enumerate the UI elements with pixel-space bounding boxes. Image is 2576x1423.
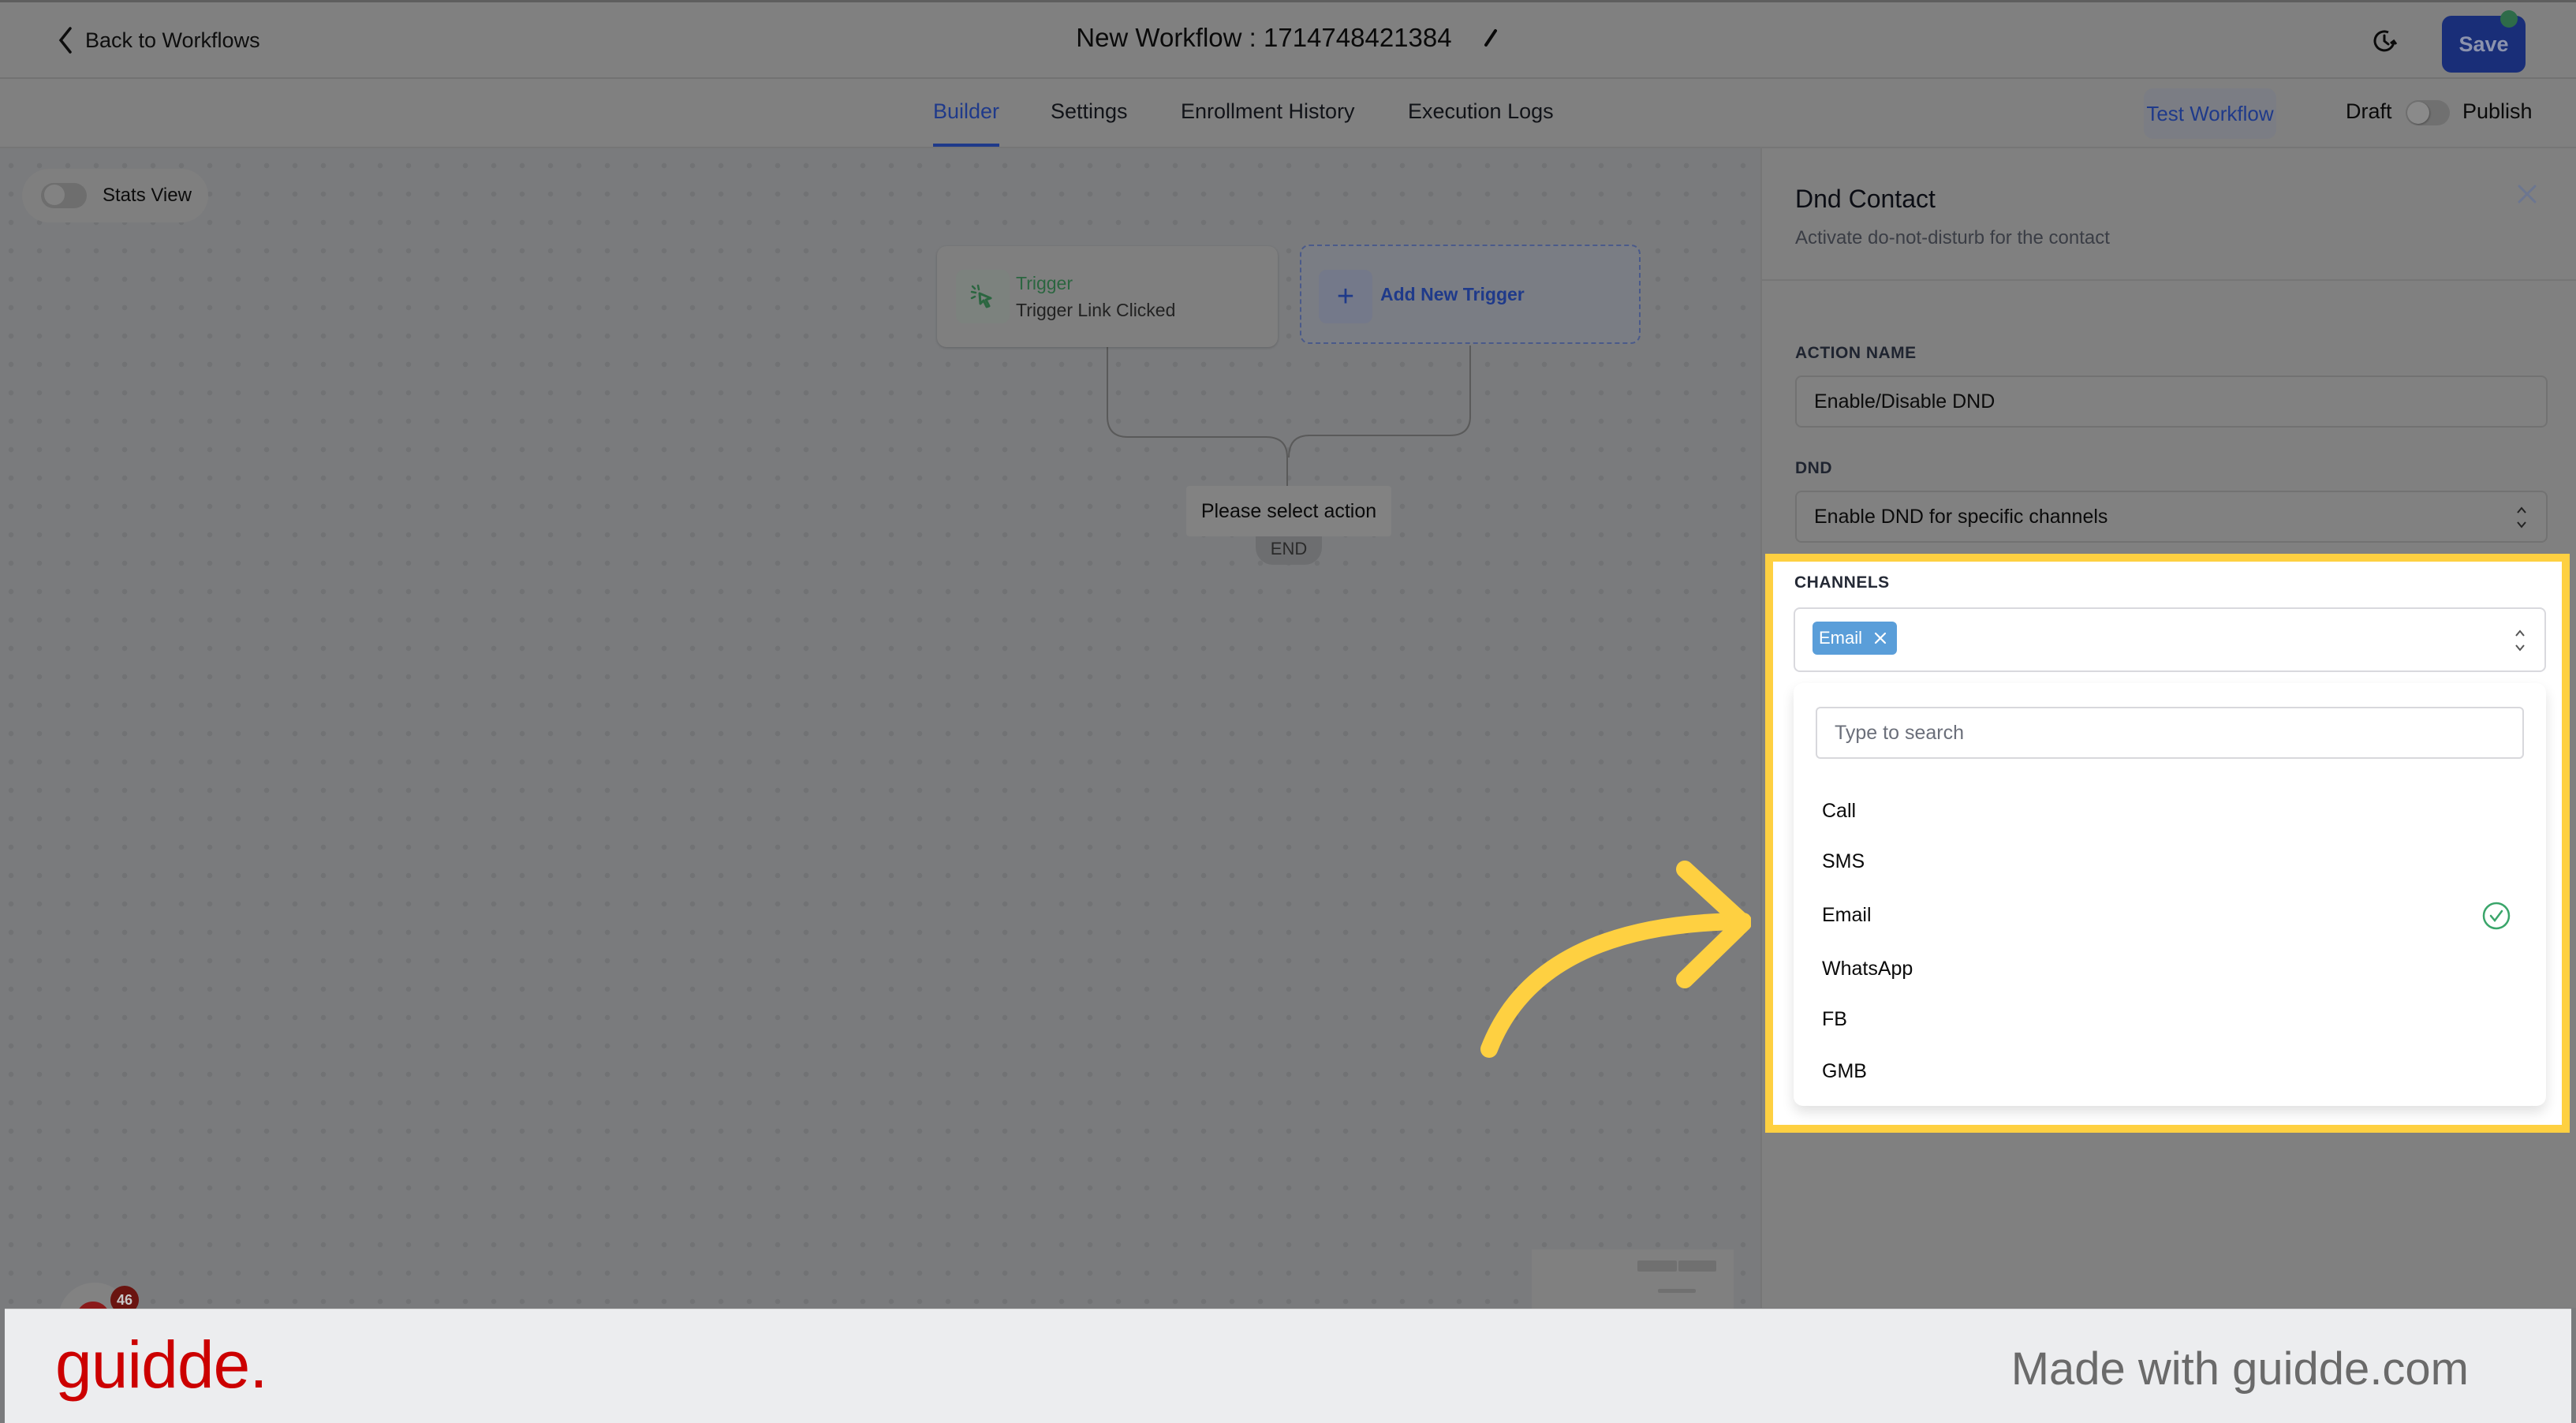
trigger-name: Trigger Link Clicked [1016, 300, 1176, 320]
option-gmb[interactable]: GMB [1822, 1060, 1867, 1083]
tab-enrollment-history[interactable]: Enrollment History [1181, 99, 1355, 124]
divider [1762, 279, 2576, 281]
tab-settings[interactable]: Settings [1051, 99, 1128, 124]
stats-switch[interactable] [41, 183, 87, 208]
publish-toggle[interactable] [2406, 100, 2450, 125]
channels-multiselect[interactable]: Email [1794, 607, 2546, 672]
dnd-select-value: Enable DND for specific channels [1814, 505, 2108, 528]
dnd-label: DND [1795, 459, 1832, 477]
panel-title: Dnd Contact [1795, 185, 1936, 213]
workflow-canvas[interactable]: Stats View Trigger Trigger Link Clicked … [0, 148, 1760, 1313]
channels-dropdown: Call SMS Email WhatsApp FB GMB [1794, 683, 2546, 1106]
minimap-block [1658, 1289, 1696, 1293]
top-header: Back to Workflows New Workflow : 1714748… [0, 0, 2576, 79]
tab-builder[interactable]: Builder [933, 99, 1000, 147]
action-name-input[interactable]: Enable/Disable DND [1795, 375, 2548, 428]
add-new-trigger-label: Add New Trigger [1380, 284, 1525, 304]
trigger-type-label: Trigger [1016, 273, 1073, 293]
history-icon[interactable] [2371, 28, 2398, 54]
option-sms[interactable]: SMS [1822, 850, 1865, 873]
tab-bar: Builder Settings Enrollment History Exec… [0, 79, 2576, 148]
option-fb[interactable]: FB [1822, 1008, 1847, 1031]
cursor-click-icon [956, 270, 1010, 323]
minimap-block [1637, 1261, 1677, 1272]
select-action-tooltip: Please select action [1186, 486, 1391, 536]
stats-view-label: Stats View [103, 185, 192, 206]
option-email[interactable]: Email [1822, 904, 1872, 927]
guidde-logo: guidde. [55, 1328, 268, 1402]
option-whatsapp[interactable]: WhatsApp [1822, 958, 1913, 980]
guidde-footer: guidde. Made with guidde.com [5, 1309, 2571, 1423]
option-call[interactable]: Call [1822, 800, 1856, 823]
check-circle-icon [2482, 902, 2511, 930]
stats-view-toggle[interactable]: Stats View [22, 169, 208, 222]
test-workflow-button[interactable]: Test Workflow [2144, 88, 2276, 139]
tab-execution-logs[interactable]: Execution Logs [1408, 99, 1554, 124]
plus-icon: + [1319, 270, 1372, 323]
channels-label: CHANNELS [1794, 573, 1890, 592]
unsaved-indicator-dot [2500, 10, 2518, 28]
toggle-knob [2407, 102, 2429, 124]
made-with-text: Made with guidde.com [2010, 1343, 2469, 1395]
workflow-title-text: New Workflow : 1714748421384 [1076, 23, 1452, 52]
end-node: END [1256, 533, 1322, 565]
channel-search-input[interactable] [1816, 707, 2524, 759]
close-icon[interactable] [2511, 178, 2543, 210]
selected-chip-email: Email [1813, 622, 1898, 655]
switch-knob [44, 185, 65, 205]
chevron-up-down-icon [2515, 629, 2525, 652]
remove-chip-icon[interactable] [1873, 631, 1887, 645]
minimap-block [1678, 1261, 1716, 1272]
add-new-trigger-node[interactable]: + Add New Trigger [1300, 245, 1641, 344]
workflow-title: New Workflow : 1714748421384 [0, 23, 2576, 54]
canvas-minimap[interactable] [1532, 1249, 1734, 1313]
publish-label: Publish [2462, 99, 2533, 123]
action-name-value: Enable/Disable DND [1814, 390, 1995, 413]
dnd-select[interactable]: Enable DND for specific channels [1795, 491, 2548, 543]
edit-pencil-icon[interactable] [1483, 24, 1500, 54]
chevron-up-down-icon [2517, 506, 2526, 528]
trigger-node[interactable]: Trigger Trigger Link Clicked [937, 246, 1278, 347]
panel-subtitle: Activate do-not-disturb for the contact [1795, 227, 2110, 248]
chip-label: Email [1819, 628, 1863, 648]
draft-label: Draft [2346, 99, 2392, 123]
action-name-label: ACTION NAME [1795, 344, 1917, 362]
